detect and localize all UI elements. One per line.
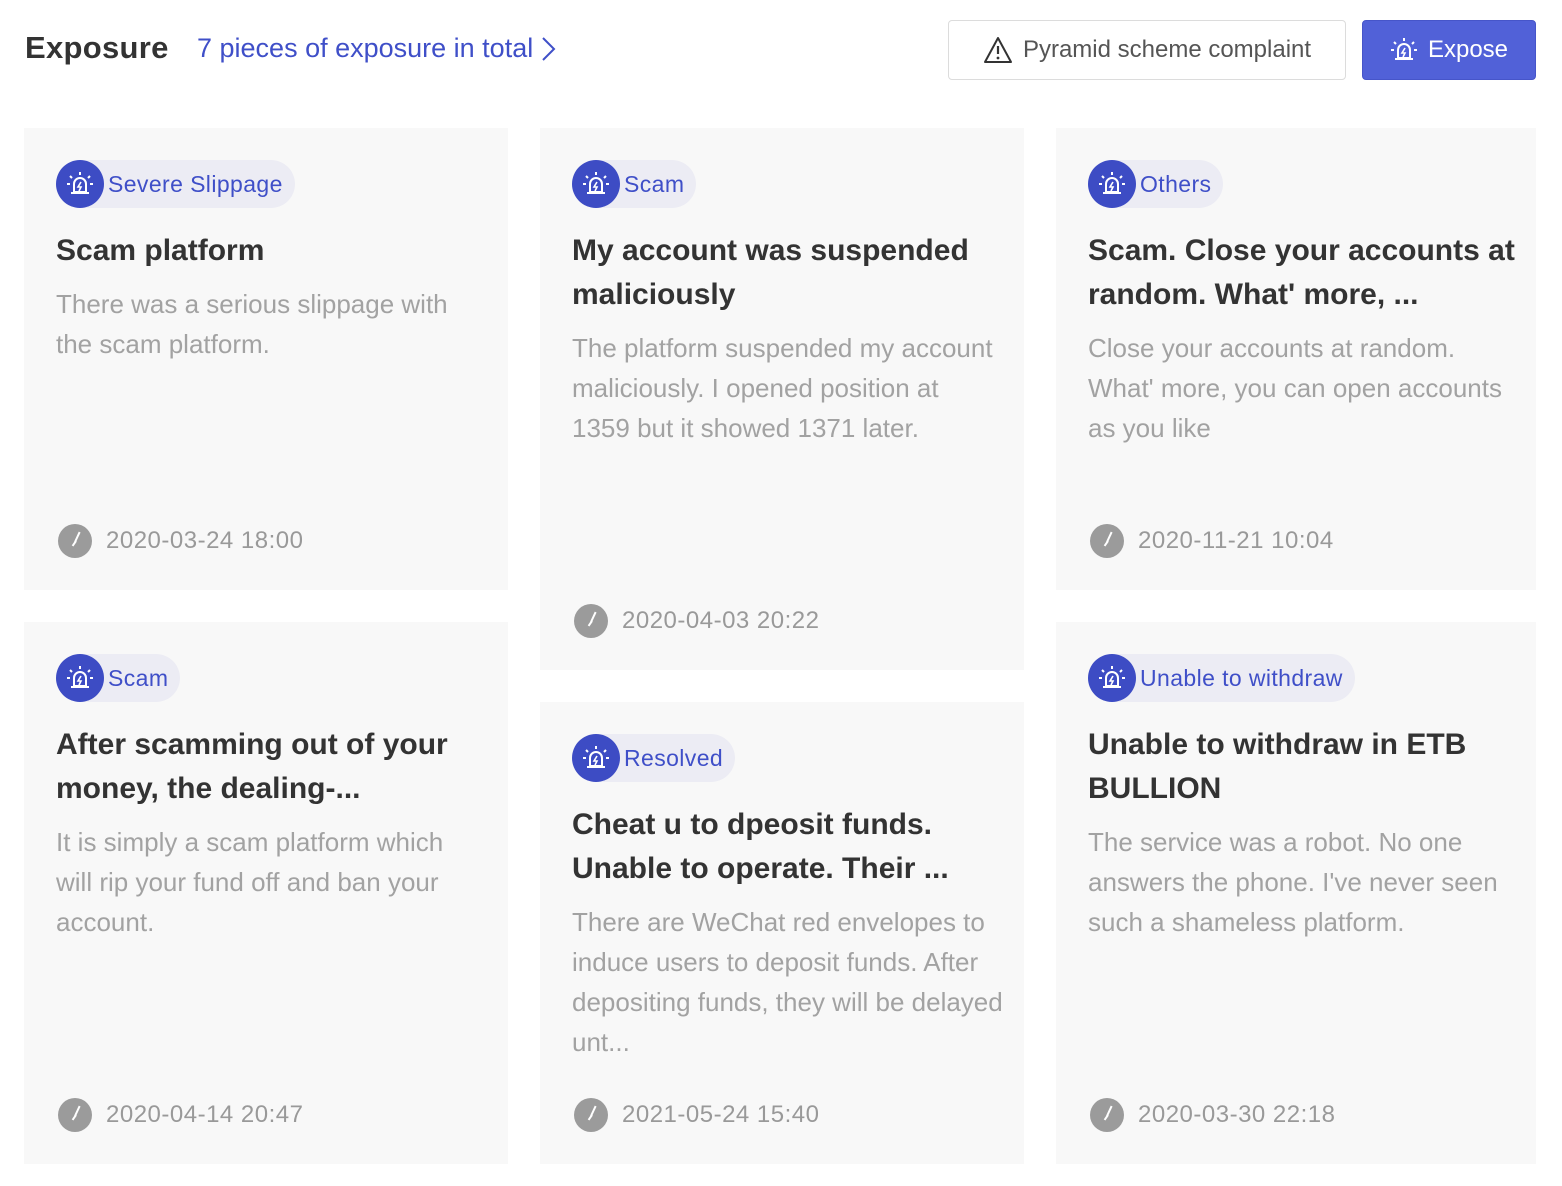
card-title: My account was suspended maliciously	[572, 234, 969, 311]
total-exposure-link[interactable]: 7 pieces of exposure in total	[197, 33, 556, 64]
timestamp-text: 2020-03-24 18:00	[106, 527, 304, 554]
exposure-card[interactable]: Scam My account was suspended maliciousl…	[540, 128, 1024, 670]
card-title: Scam platform	[56, 234, 265, 267]
timestamp-text: 2020-03-30 22:18	[1138, 1101, 1336, 1128]
alarm-siren-icon	[572, 734, 620, 782]
timestamp-text: 2021-05-24 15:40	[622, 1101, 820, 1128]
alarm-siren-icon	[56, 160, 104, 208]
category-tag: Severe Slippage	[56, 160, 295, 208]
card-description: There was a serious slippage with the sc…	[56, 289, 448, 359]
timestamp-text: 2020-04-03 20:22	[622, 607, 820, 634]
alarm-siren-icon	[56, 654, 104, 702]
exposure-card[interactable]: Resolved Cheat u to dpeosit funds. Unabl…	[540, 702, 1024, 1164]
alarm-siren-icon	[1088, 654, 1136, 702]
tag-label: Scam	[624, 170, 685, 197]
clock-icon	[1090, 524, 1124, 558]
card-timestamp: 2020-04-03 20:22	[574, 604, 820, 638]
clock-icon	[58, 524, 92, 558]
exposure-card[interactable]: Others Scam. Close your accounts at rand…	[1056, 128, 1536, 590]
card-description: The platform suspended my account malici…	[572, 333, 993, 443]
card-timestamp: 2020-03-30 22:18	[1090, 1098, 1336, 1132]
exposure-card[interactable]: Unable to withdraw Unable to withdraw in…	[1056, 622, 1536, 1164]
exposure-card[interactable]: Severe Slippage Scam platform There was …	[24, 128, 508, 590]
category-tag: Scam	[56, 654, 181, 702]
card-timestamp: 2020-03-24 18:00	[58, 524, 304, 558]
pyramid-complaint-button[interactable]: Pyramid scheme complaint	[948, 20, 1346, 80]
card-description: There are WeChat red envelopes to induce…	[572, 907, 1003, 1057]
tag-label: Unable to withdraw	[1140, 664, 1343, 691]
chevron-right-icon	[542, 36, 556, 61]
alarm-siren-icon	[572, 160, 620, 208]
warning-triangle-icon	[983, 37, 1012, 63]
expose-button[interactable]: Expose	[1362, 20, 1536, 80]
category-tag: Resolved	[572, 734, 736, 782]
tag-label: Others	[1140, 170, 1212, 197]
category-tag: Others	[1088, 160, 1224, 208]
card-title: Unable to withdraw in ETB BULLION	[1088, 728, 1467, 805]
card-timestamp: 2021-05-24 15:40	[574, 1098, 820, 1132]
tag-label: Resolved	[624, 744, 724, 771]
clock-icon	[574, 1098, 608, 1132]
clock-icon	[58, 1098, 92, 1132]
timestamp-text: 2020-11-21 10:04	[1138, 527, 1334, 554]
exposure-card[interactable]: Scam After scamming out of your money, t…	[24, 622, 508, 1164]
expose-label: Expose	[1427, 36, 1509, 63]
timestamp-text: 2020-04-14 20:47	[106, 1101, 304, 1128]
card-title: Scam. Close your accounts at random. Wha…	[1088, 234, 1515, 311]
card-timestamp: 2020-11-21 10:04	[1090, 524, 1334, 558]
alarm-siren-icon	[1390, 38, 1417, 60]
card-description: Close your accounts at random. What' mor…	[1088, 333, 1502, 443]
tag-label: Severe Slippage	[108, 170, 283, 197]
card-title: Cheat u to dpeosit funds. Unable to oper…	[572, 808, 949, 885]
card-timestamp: 2020-04-14 20:47	[58, 1098, 304, 1132]
total-exposure-label: 7 pieces of exposure in total	[197, 33, 534, 63]
clock-icon	[574, 604, 608, 638]
pyramid-complaint-label: Pyramid scheme complaint	[1022, 36, 1312, 63]
card-description: It is simply a scam platform which will …	[56, 827, 444, 937]
tag-label: Scam	[108, 664, 169, 691]
category-tag: Unable to withdraw	[1088, 654, 1355, 702]
alarm-siren-icon	[1088, 160, 1136, 208]
clock-icon	[1090, 1098, 1124, 1132]
page-title: Exposure	[25, 30, 169, 65]
card-title: After scamming out of your money, the de…	[56, 728, 448, 805]
page-header: Exposure 7 pieces of exposure in total P…	[0, 0, 1562, 104]
category-tag: Scam	[572, 160, 697, 208]
card-description: The service was a robot. No one answers …	[1088, 827, 1498, 937]
